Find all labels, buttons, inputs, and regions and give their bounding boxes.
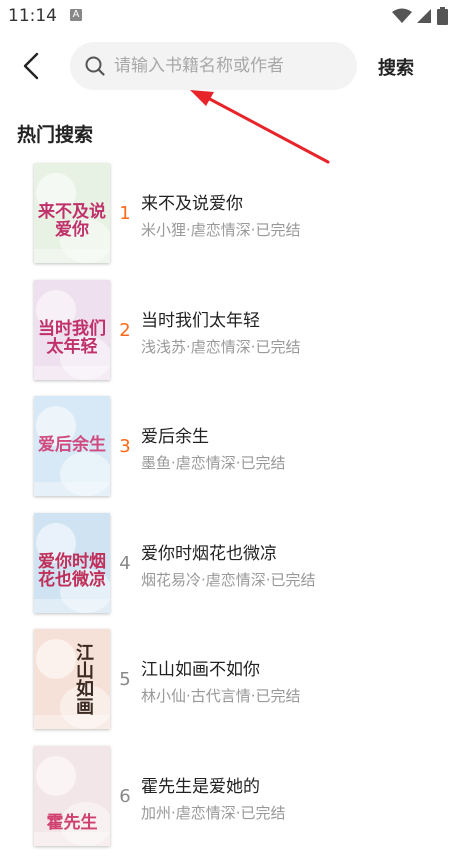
book-meta: 米小狸·虐恋情深·已完结 bbox=[141, 219, 301, 240]
rank-number: 5 bbox=[118, 669, 132, 690]
signal-icon bbox=[416, 8, 432, 24]
notification-a-icon: A bbox=[70, 9, 82, 21]
hot-search-list: 来不及说爱你 1 来不及说爱你 米小狸·虐恋情深·已完结 当时我们太年轻 2 当… bbox=[0, 163, 456, 862]
book-item[interactable]: 霍先生 6 霍先生是爱她的 加州·虐恋情深·已完结 bbox=[0, 746, 456, 862]
book-meta: 墨鱼·虐恋情深·已完结 bbox=[141, 452, 286, 473]
search-icon bbox=[84, 55, 106, 77]
book-cover-title: 来不及说爱你 bbox=[34, 203, 110, 239]
status-bar: 11:14 A bbox=[0, 0, 456, 34]
back-button[interactable] bbox=[16, 50, 48, 82]
rank-number: 2 bbox=[118, 320, 132, 341]
book-cover: 当时我们太年轻 bbox=[34, 280, 110, 380]
book-cover-title: 爱后余生 bbox=[34, 436, 110, 454]
rank-number: 1 bbox=[118, 203, 132, 224]
book-title: 爱你时烟花也微凉 bbox=[141, 539, 277, 564]
book-meta: 林小仙·古代言情·已完结 bbox=[141, 685, 301, 706]
wifi-icon bbox=[392, 8, 412, 24]
search-header: 搜索 bbox=[0, 34, 456, 98]
book-title: 爱后余生 bbox=[141, 422, 209, 447]
search-button[interactable]: 搜索 bbox=[378, 54, 414, 80]
rank-number: 3 bbox=[118, 436, 132, 457]
book-title: 来不及说爱你 bbox=[141, 189, 243, 214]
book-cover-title: 江山如画 bbox=[52, 643, 92, 715]
book-cover: 江山如画 bbox=[34, 629, 110, 729]
book-item[interactable]: 当时我们太年轻 2 当时我们太年轻 浅浅苏·虐恋情深·已完结 bbox=[0, 280, 456, 397]
book-meta: 浅浅苏·虐恋情深·已完结 bbox=[141, 336, 301, 357]
search-input[interactable] bbox=[114, 42, 344, 90]
book-title: 当时我们太年轻 bbox=[141, 306, 260, 331]
book-item[interactable]: 爱后余生 3 爱后余生 墨鱼·虐恋情深·已完结 bbox=[0, 396, 456, 513]
book-cover-title: 当时我们太年轻 bbox=[34, 320, 110, 356]
book-title: 江山如画不如你 bbox=[141, 655, 260, 680]
book-cover-title: 霍先生 bbox=[34, 814, 110, 832]
book-cover: 来不及说爱你 bbox=[34, 163, 110, 263]
rank-number: 4 bbox=[118, 553, 132, 574]
book-meta: 加州·虐恋情深·已完结 bbox=[141, 802, 286, 823]
status-time: 11:14 bbox=[8, 6, 57, 26]
book-item[interactable]: 爱你时烟花也微凉 4 爱你时烟花也微凉 烟花易冷·虐恋情深·已完结 bbox=[0, 513, 456, 630]
book-cover-title: 爱你时烟花也微凉 bbox=[34, 553, 110, 589]
book-cover: 爱后余生 bbox=[34, 396, 110, 496]
book-cover: 爱你时烟花也微凉 bbox=[34, 513, 110, 613]
section-title: 热门搜索 bbox=[17, 120, 93, 147]
search-box[interactable] bbox=[70, 42, 357, 90]
book-cover: 霍先生 bbox=[34, 746, 110, 846]
book-item[interactable]: 江山如画 5 江山如画不如你 林小仙·古代言情·已完结 bbox=[0, 629, 456, 746]
book-item[interactable]: 来不及说爱你 1 来不及说爱你 米小狸·虐恋情深·已完结 bbox=[0, 163, 456, 280]
book-title: 霍先生是爱她的 bbox=[141, 772, 260, 797]
rank-number: 6 bbox=[118, 786, 132, 807]
book-meta: 烟花易冷·虐恋情深·已完结 bbox=[141, 569, 316, 590]
chevron-left-icon bbox=[16, 50, 48, 82]
battery-icon bbox=[437, 7, 448, 25]
